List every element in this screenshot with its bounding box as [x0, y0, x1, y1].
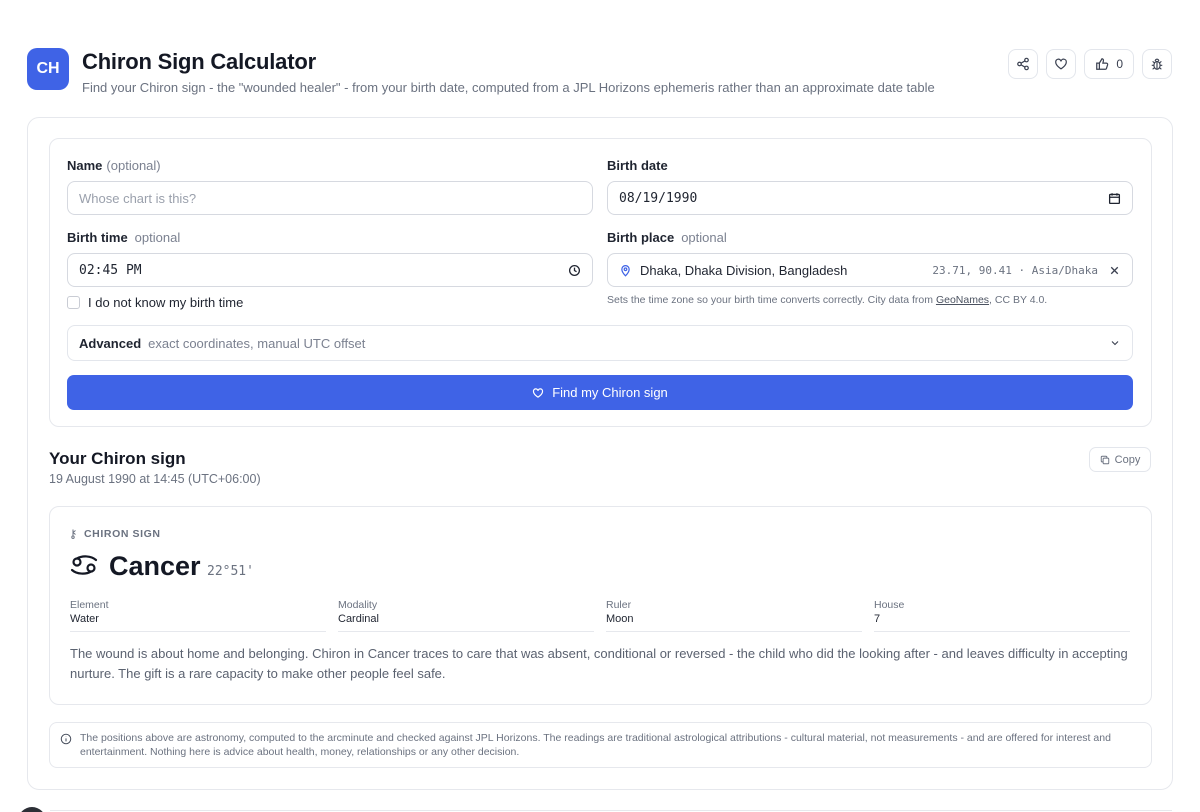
- share-button[interactable]: [1008, 49, 1039, 79]
- copy-label: Copy: [1114, 453, 1141, 466]
- copy-button[interactable]: Copy: [1089, 447, 1151, 472]
- share-icon: [1017, 57, 1030, 71]
- name-field[interactable]: [67, 181, 593, 215]
- calculator-card: Name(optional) Birth date 08/19/1990 Bir…: [27, 117, 1173, 790]
- hint-license: , CC BY 4.0.: [989, 294, 1048, 306]
- disclaimer-text: The positions above are astronomy, compu…: [80, 732, 1111, 758]
- birth-place-optional-tag: optional: [681, 230, 727, 245]
- chiron-glyph-icon: [71, 529, 76, 539]
- sign-degree: 22°51': [207, 564, 254, 579]
- sign-name: Cancer: [109, 551, 201, 581]
- attribute-key: Element: [70, 599, 109, 611]
- chiron-sign-eyebrow: CHIRON SIGN: [70, 528, 161, 540]
- like-button[interactable]: 0: [1084, 49, 1134, 79]
- birth-place-label-text: Birth place: [607, 230, 675, 245]
- calendar-icon[interactable]: [1108, 192, 1121, 205]
- geonames-link[interactable]: GeoNames: [936, 294, 989, 306]
- like-count: 0: [1116, 57, 1123, 71]
- birth-place-field[interactable]: Dhaka, Dhaka Division, Bangladesh 23.71,…: [607, 253, 1133, 287]
- unknown-time-option[interactable]: I do not know my birth time: [67, 295, 243, 310]
- birth-place-label: Birth place optional: [607, 230, 727, 245]
- page-header: CH Chiron Sign Calculator Find your Chir…: [27, 47, 1172, 97]
- unknown-time-checkbox[interactable]: [67, 296, 80, 309]
- advanced-toggle[interactable]: Advanced exact coordinates, manual UTC o…: [67, 325, 1133, 361]
- attribute-key: House: [874, 599, 905, 611]
- birth-time-value: 02:45 PM: [79, 262, 142, 278]
- birth-date-field[interactable]: 08/19/1990: [607, 181, 1133, 215]
- page-title: Chiron Sign Calculator: [82, 49, 316, 74]
- attribute-value: Cardinal: [338, 613, 379, 625]
- chevron-down-icon: [1111, 341, 1119, 346]
- birth-place-value: Dhaka, Dhaka Division, Bangladesh: [640, 262, 848, 278]
- chiron-sign-card: CHIRON SIGN Cancer 22°51' Element Water …: [49, 506, 1152, 705]
- find-chiron-sign-button[interactable]: Find my Chiron sign: [67, 375, 1133, 410]
- favorite-button[interactable]: [1046, 49, 1077, 79]
- advanced-description: exact coordinates, manual UTC offset: [148, 335, 366, 351]
- birth-place-coords: 23.71, 90.41 · Asia/Dhaka: [932, 263, 1098, 277]
- result-subtitle: 19 August 1990 at 14:45 (UTC+06:00): [49, 472, 261, 486]
- bug-icon: [1151, 58, 1163, 70]
- name-label: Name (optional): [67, 158, 161, 173]
- birth-time-field[interactable]: 02:45 PM: [67, 253, 593, 287]
- name-label-text: Name: [67, 158, 103, 173]
- header-actions: 0: [1008, 49, 1172, 79]
- sign-description: The wound is about home and belonging. C…: [70, 646, 1128, 681]
- attribute-value: 7: [874, 613, 881, 625]
- birth-date-label: Birth date: [607, 158, 668, 173]
- heart-icon: [533, 387, 544, 398]
- birth-date-value: 08/19/1990: [619, 190, 698, 206]
- heart-icon: [1055, 58, 1068, 70]
- advanced-label: Advanced: [79, 335, 142, 351]
- report-bug-button[interactable]: [1142, 49, 1172, 79]
- app-logo: CH: [27, 48, 69, 90]
- map-pin-icon: [621, 264, 630, 277]
- birth-time-label-text: Birth time: [67, 230, 128, 245]
- hint-text: Sets the time zone so your birth time co…: [607, 294, 936, 306]
- birth-place-hint: Sets the time zone so your birth time co…: [607, 294, 1047, 306]
- disclaimer-note: The positions above are astronomy, compu…: [49, 722, 1152, 768]
- birth-time-label: Birth time optional: [67, 230, 180, 245]
- copy-icon: [1100, 455, 1109, 464]
- attribute-ruler: Ruler Moon: [606, 599, 862, 632]
- attribute-key: Ruler: [606, 599, 632, 611]
- attribute-modality: Modality Cardinal: [338, 599, 594, 632]
- chiron-sign-eyebrow-text: CHIRON SIGN: [84, 528, 161, 540]
- page-subtitle: Find your Chiron sign - the "wounded hea…: [82, 80, 935, 95]
- cancer-glyph-icon: [70, 555, 98, 575]
- close-icon[interactable]: [1108, 264, 1121, 277]
- name-input[interactable]: [79, 190, 581, 206]
- result-title: Your Chiron sign: [49, 449, 186, 468]
- attribute-value: Water: [70, 613, 99, 625]
- avatar: [18, 807, 46, 812]
- attribute-house: House 7: [874, 599, 1130, 632]
- info-icon: [60, 733, 72, 745]
- find-chiron-sign-label: Find my Chiron sign: [552, 385, 668, 400]
- attribute-key: Modality: [338, 599, 378, 611]
- clock-icon[interactable]: [568, 264, 581, 277]
- unknown-time-label: I do not know my birth time: [88, 295, 244, 310]
- name-optional-tag: (optional): [106, 158, 161, 173]
- thumbs-up-icon: [1096, 58, 1109, 70]
- birth-time-optional-tag: optional: [134, 230, 181, 245]
- bottom-strip: [0, 805, 1200, 812]
- attribute-element: Element Water: [70, 599, 326, 632]
- attribute-value: Moon: [606, 613, 634, 625]
- birth-details-form: Name(optional) Birth date 08/19/1990 Bir…: [49, 138, 1152, 427]
- divider: [50, 810, 1172, 811]
